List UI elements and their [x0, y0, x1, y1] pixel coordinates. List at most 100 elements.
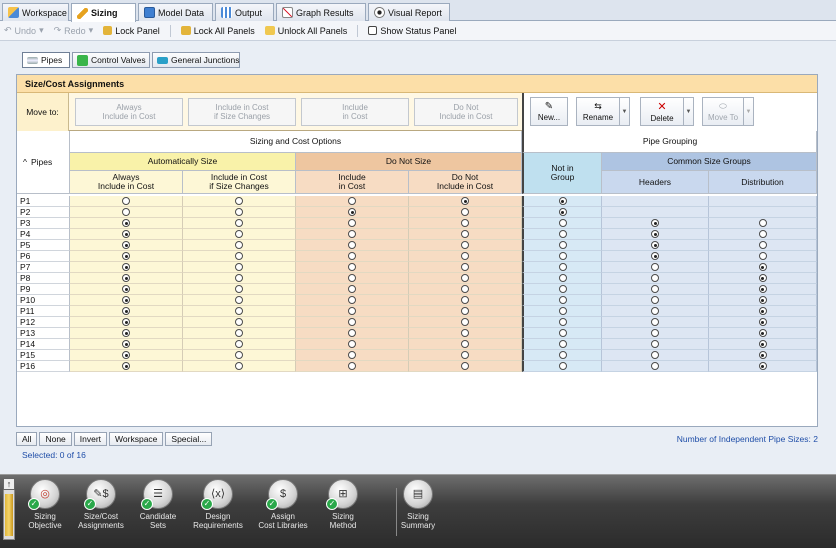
tray-item-variable[interactable]: ⟨x⟩ ✓ Design Requirements	[187, 479, 249, 530]
sizing-radio-always[interactable]	[122, 362, 130, 370]
group-radio-not-in-group[interactable]	[558, 296, 567, 304]
sizing-radio-always[interactable]	[122, 230, 130, 238]
pipe-name[interactable]: P15	[17, 350, 70, 361]
group-radio-not-in-group[interactable]	[558, 318, 567, 326]
sizing-radio-always[interactable]	[122, 318, 130, 326]
tray-item-money-bag[interactable]: $ ✓ Assign Cost Libraries	[252, 479, 314, 530]
tray-splitter[interactable]	[0, 466, 836, 474]
group-radio-distribution[interactable]	[758, 285, 767, 293]
move-to-dropdown[interactable]: ▼	[744, 97, 754, 126]
subtab-control-valves[interactable]: Control Valves	[72, 52, 150, 68]
sizing-radio-include[interactable]	[348, 362, 356, 370]
workspace-selection-button[interactable]: Workspace	[109, 432, 164, 446]
sizing-radio-if-changes[interactable]	[235, 219, 243, 227]
pipe-name[interactable]: P13	[17, 328, 70, 339]
group-radio-headers[interactable]	[651, 252, 659, 260]
sizing-radio-do-not-include[interactable]	[461, 351, 469, 359]
group-radio-not-in-group[interactable]	[558, 208, 567, 216]
pipe-name[interactable]: P6	[17, 251, 70, 262]
pipe-name[interactable]: P2	[17, 207, 70, 218]
sizing-radio-do-not-include[interactable]	[461, 263, 469, 271]
group-radio-not-in-group[interactable]	[558, 285, 567, 293]
sizing-radio-include[interactable]	[348, 340, 356, 348]
lock-all-panels-button[interactable]: Lock All Panels	[180, 26, 255, 36]
sizing-radio-if-changes[interactable]	[235, 362, 243, 370]
group-radio-headers[interactable]	[651, 340, 659, 348]
group-radio-not-in-group[interactable]	[558, 362, 567, 370]
sizing-radio-include[interactable]	[348, 285, 356, 293]
sizing-radio-do-not-include[interactable]	[461, 230, 469, 238]
pipe-name[interactable]: P10	[17, 295, 70, 306]
sizing-radio-include[interactable]	[348, 197, 356, 205]
group-radio-distribution[interactable]	[758, 340, 767, 348]
group-radio-distribution[interactable]	[758, 274, 767, 282]
undo-button[interactable]: ↶ Undo ▾	[4, 25, 44, 36]
tray-item-list[interactable]: ☰ ✓ Candidate Sets	[127, 479, 189, 530]
sizing-radio-if-changes[interactable]	[235, 307, 243, 315]
sizing-radio-include[interactable]	[348, 208, 356, 216]
pipe-name[interactable]: P3	[17, 218, 70, 229]
sizing-radio-include[interactable]	[348, 329, 356, 337]
sizing-radio-always[interactable]	[122, 340, 130, 348]
group-radio-not-in-group[interactable]	[558, 241, 567, 249]
group-radio-not-in-group[interactable]	[558, 340, 567, 348]
lock-panel-button[interactable]: Lock Panel	[103, 26, 160, 36]
subtab-pipes[interactable]: Pipes	[22, 52, 70, 68]
sizing-radio-do-not-include[interactable]	[461, 252, 469, 260]
select-all-button[interactable]: All	[16, 432, 38, 446]
sizing-radio-if-changes[interactable]	[235, 296, 243, 304]
sizing-radio-always[interactable]	[122, 329, 130, 337]
pipe-name[interactable]: P7	[17, 262, 70, 273]
group-radio-distribution[interactable]	[758, 318, 767, 326]
sizing-radio-always[interactable]	[122, 351, 130, 359]
pin-icon[interactable]: ↑	[3, 478, 15, 490]
group-radio-not-in-group[interactable]	[558, 197, 567, 205]
group-radio-headers[interactable]	[651, 318, 659, 326]
group-radio-headers[interactable]	[651, 263, 659, 271]
group-radio-headers[interactable]	[651, 296, 659, 304]
select-none-button[interactable]: None	[39, 432, 72, 446]
sizing-radio-if-changes[interactable]	[235, 241, 243, 249]
group-radio-headers[interactable]	[651, 307, 659, 315]
sizing-radio-do-not-include[interactable]	[461, 241, 469, 249]
pipe-name[interactable]: P9	[17, 284, 70, 295]
pipe-name[interactable]: P5	[17, 240, 70, 251]
move-do-not-include-button[interactable]: Do Not Include in Cost	[414, 98, 518, 126]
new-group-button[interactable]: ✎ New...	[530, 97, 568, 126]
headers-group-header[interactable]: Headers	[602, 171, 709, 194]
sizing-radio-include[interactable]	[348, 307, 356, 315]
sizing-radio-include[interactable]	[348, 219, 356, 227]
group-radio-distribution[interactable]	[758, 296, 767, 304]
sizing-radio-do-not-include[interactable]	[461, 329, 469, 337]
sizing-radio-do-not-include[interactable]	[461, 208, 469, 216]
sizing-radio-always[interactable]	[122, 296, 130, 304]
show-status-panel-button[interactable]: Show Status Panel	[368, 26, 456, 36]
sizing-radio-if-changes[interactable]	[235, 329, 243, 337]
sizing-radio-if-changes[interactable]	[235, 318, 243, 326]
sizing-radio-do-not-include[interactable]	[461, 318, 469, 326]
sizing-radio-include[interactable]	[348, 296, 356, 304]
distribution-group-header[interactable]: Distribution	[709, 171, 817, 194]
sizing-radio-include[interactable]	[348, 230, 356, 238]
move-to-group-button[interactable]: ⬭ Move To	[702, 97, 744, 126]
tab-graph-results[interactable]: Graph Results	[276, 3, 366, 21]
sizing-radio-always[interactable]	[122, 197, 130, 205]
tab-model-data[interactable]: Model Data	[138, 3, 213, 21]
rename-group-button[interactable]: ⇆ Rename	[576, 97, 620, 126]
move-include-button[interactable]: Include in Cost	[301, 98, 409, 126]
sizing-radio-always[interactable]	[122, 219, 130, 227]
group-radio-headers[interactable]	[651, 285, 659, 293]
sizing-radio-if-changes[interactable]	[235, 263, 243, 271]
group-radio-headers[interactable]	[651, 274, 659, 282]
sizing-radio-include[interactable]	[348, 274, 356, 282]
move-always-button[interactable]: Always Include in Cost	[75, 98, 183, 126]
sizing-radio-include[interactable]	[348, 263, 356, 271]
sizing-radio-do-not-include[interactable]	[461, 285, 469, 293]
group-radio-not-in-group[interactable]	[558, 263, 567, 271]
group-radio-headers[interactable]	[651, 329, 659, 337]
invert-selection-button[interactable]: Invert	[73, 432, 108, 446]
subtab-general-junctions[interactable]: General Junctions	[152, 52, 240, 68]
pipe-name[interactable]: P14	[17, 339, 70, 350]
group-radio-distribution[interactable]	[758, 351, 767, 359]
pipes-header[interactable]: ^ Pipes	[17, 131, 70, 194]
